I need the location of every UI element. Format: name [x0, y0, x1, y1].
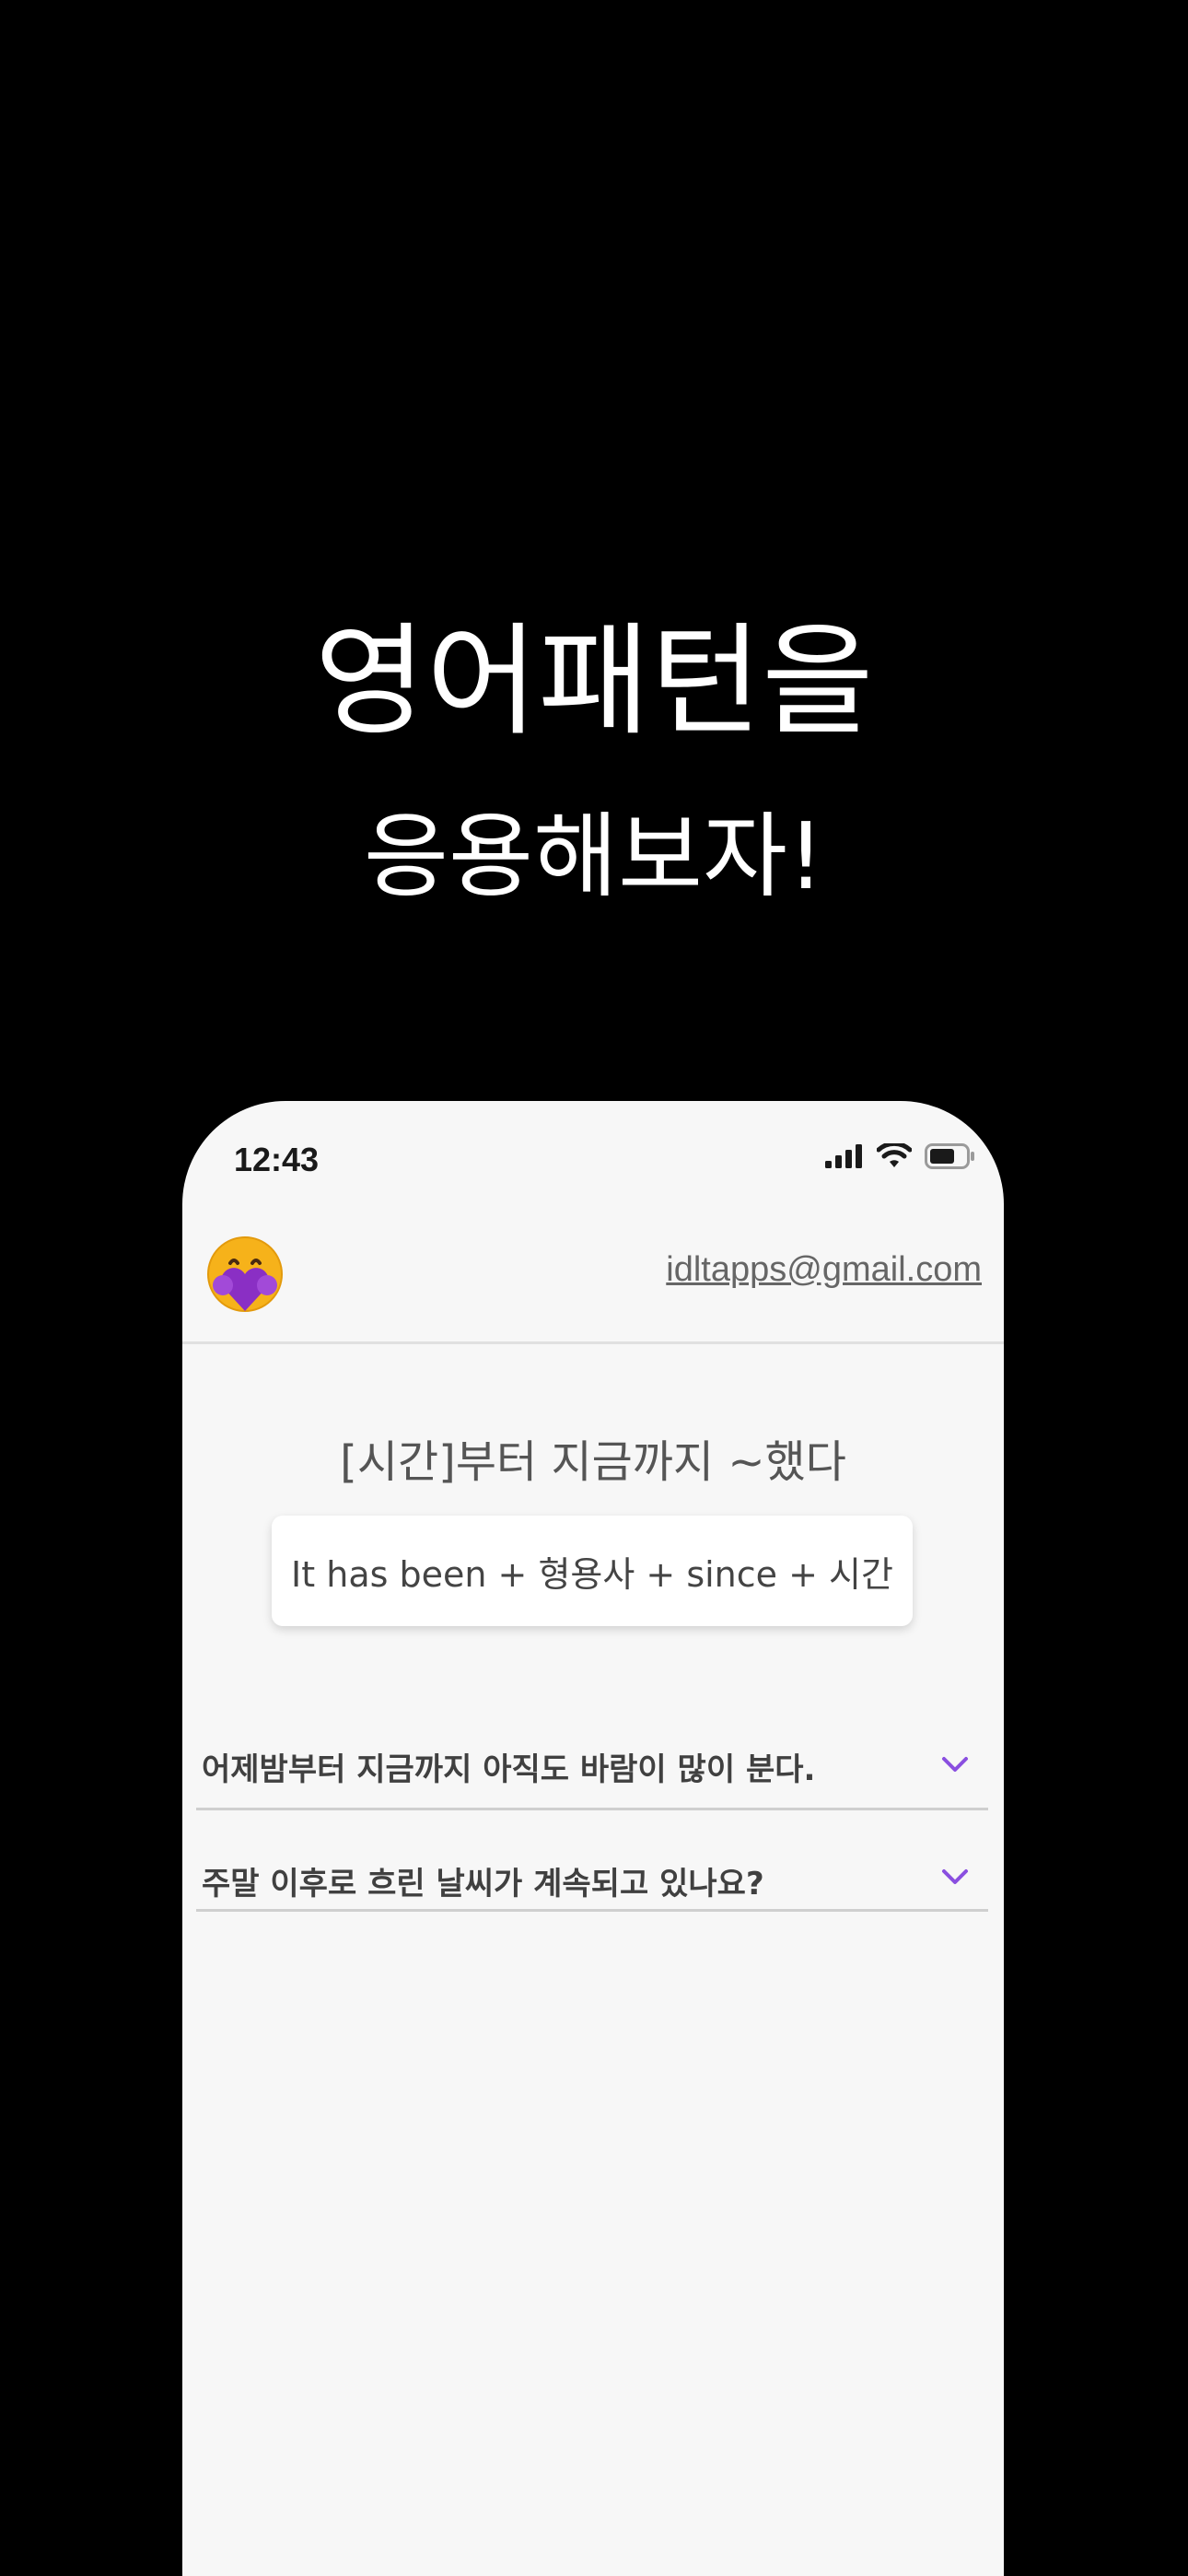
promo-canvas: 영어패턴을 응용해보자! 12:43 idltapps@gmail.com [시…: [0, 0, 1188, 2576]
pattern-formula: It has been + 형용사 + since + 시간: [291, 1553, 893, 1595]
app-header: idltapps@gmail.com: [182, 1202, 1004, 1344]
sentence-text: 어제밤부터 지금까지 아직도 바람이 많이 분다.: [202, 1751, 816, 1788]
contact-email-link[interactable]: idltapps@gmail.com: [666, 1250, 982, 1290]
chevron-down-icon[interactable]: [937, 1858, 973, 1895]
sentence-text: 주말 이후로 흐린 날씨가 계속되고 있나요?: [202, 1866, 764, 1903]
wifi-icon: [877, 1143, 912, 1167]
status-bar: 12:43: [182, 1101, 1004, 1202]
chevron-down-icon[interactable]: [937, 1746, 973, 1783]
status-time: 12:43: [234, 1141, 320, 1178]
pattern-title: [시간]부터 지금까지 ~했다: [340, 1436, 846, 1488]
sentence-list: 어제밤부터 지금까지 아직도 바람이 많이 분다. 주말 이후로 흐린 날씨가 …: [196, 1709, 988, 1912]
hugging-face-emoji-icon: [207, 1236, 283, 1312]
sentence-item-2[interactable]: 주말 이후로 흐린 날씨가 계속되고 있나요?: [196, 1810, 988, 1912]
sentence-item-1[interactable]: 어제밤부터 지금까지 아직도 바람이 많이 분다.: [196, 1709, 988, 1810]
status-icons: [825, 1143, 976, 1169]
signal-icon: [825, 1144, 862, 1168]
battery-icon: [925, 1143, 974, 1169]
headline-line-1: 영어패턴을: [314, 611, 874, 753]
phone-screen: 12:43 idltapps@gmail.com [시간]부터 지금까지 ~했다…: [182, 1101, 1004, 2576]
headline-line-2: 응용해보자!: [363, 802, 825, 910]
pattern-formula-card: It has been + 형용사 + since + 시간: [272, 1516, 913, 1626]
